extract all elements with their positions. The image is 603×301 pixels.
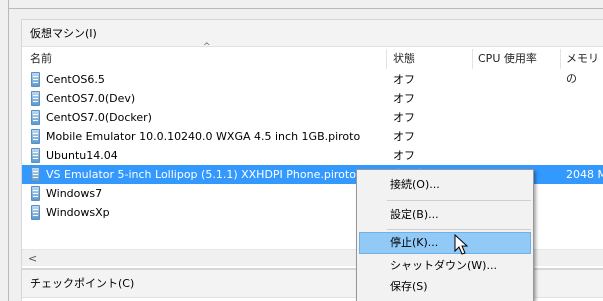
window-border-top (8, 8, 603, 9)
column-separator[interactable] (472, 49, 473, 69)
vm-name: Mobile Emulator 10.0.10240.0 WXGA 4.5 in… (46, 130, 361, 143)
context-menu: 接続(O)... 設定(B)... 停止(K)... シャットダウン(W)...… (356, 169, 534, 301)
vm-state: オフ (393, 111, 415, 124)
vm-state: オフ (393, 130, 415, 143)
vm-icon (31, 129, 40, 144)
column-header-cpu[interactable]: CPU 使用率 (478, 49, 537, 69)
vm-name: VS Emulator 5-inch Lollipop (5.1.1) XXHD… (46, 168, 356, 181)
vm-icon (31, 148, 40, 163)
column-header-memory[interactable]: メモリの (566, 49, 603, 85)
column-separator[interactable] (560, 49, 561, 69)
vm-icon (31, 167, 40, 182)
menu-separator (387, 229, 531, 230)
menu-item-connect[interactable]: 接続(O)... (359, 174, 531, 196)
menu-item-save[interactable]: 保存(S) (359, 276, 531, 298)
menu-item-settings[interactable]: 設定(B)... (359, 204, 531, 226)
vm-icon (31, 91, 40, 106)
vm-state: オフ (393, 73, 415, 86)
window-border-left (8, 0, 9, 301)
vm-icon (31, 186, 40, 201)
scroll-left-arrow-icon[interactable]: < (28, 250, 37, 267)
virtual-machines-panel-title: 仮想マシン(I) (22, 20, 603, 47)
column-header-state[interactable]: 状態 (393, 49, 415, 69)
menu-item-shutdown[interactable]: シャットダウン(W)... (359, 255, 531, 277)
vm-state: オフ (393, 149, 415, 162)
vm-row[interactable]: Mobile Emulator 10.0.10240.0 WXGA 4.5 in… (22, 127, 603, 146)
vm-name: Ubuntu14.04 (46, 149, 118, 162)
vm-name: CentOS7.0(Dev) (46, 92, 136, 105)
vm-icon (31, 110, 40, 125)
vm-name: CentOS7.0(Docker) (46, 111, 152, 124)
vm-row[interactable]: CentOS7.0(Dev) オフ (22, 89, 603, 108)
vm-memory: 2048 M (566, 168, 603, 181)
vm-state: オフ (393, 92, 415, 105)
vm-name: CentOS6.5 (46, 73, 105, 86)
vm-icon (31, 72, 40, 87)
vm-row[interactable]: CentOS7.0(Docker) オフ (22, 108, 603, 127)
vm-row[interactable]: Ubuntu14.04 オフ (22, 146, 603, 165)
vm-name: Windows7 (46, 187, 103, 200)
vm-row[interactable]: CentOS6.5 オフ (22, 70, 603, 89)
column-separator[interactable] (386, 49, 387, 69)
vm-icon (31, 205, 40, 220)
sort-ascending-icon: ^ (203, 42, 211, 52)
menu-separator (387, 200, 531, 201)
vm-name: WindowsXp (46, 206, 110, 219)
column-header-name[interactable]: 名前 (30, 49, 52, 69)
mouse-pointer-icon (454, 234, 469, 255)
menu-item-turn-off[interactable]: 停止(K)... (359, 232, 531, 254)
